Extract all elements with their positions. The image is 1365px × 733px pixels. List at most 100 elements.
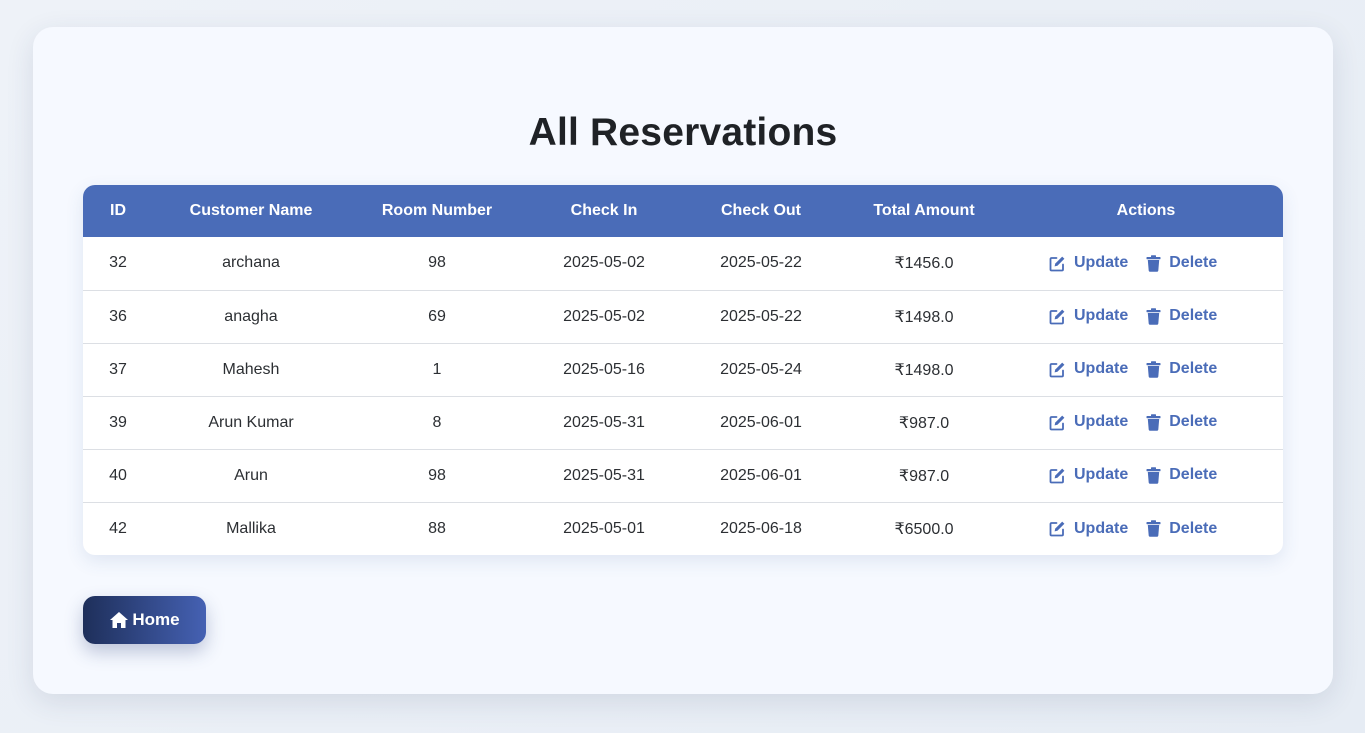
update-button[interactable]: Update xyxy=(1049,307,1128,325)
trash-icon xyxy=(1146,308,1161,325)
cell-check-out: 2025-06-18 xyxy=(720,519,802,537)
cell-total-amount: ₹987.0 xyxy=(898,467,950,485)
table-row: 39 Arun Kumar 8 2025-05-31 2025-06-01 ₹987.0 U… xyxy=(83,396,1283,449)
cell-room-number: 8 xyxy=(432,413,442,431)
cell-check-in: 2025-05-02 xyxy=(563,307,645,325)
delete-label: Delete xyxy=(1169,413,1218,431)
column-header-customer-name: Customer Name xyxy=(189,202,313,219)
cell-id: 37 xyxy=(109,360,127,378)
trash-icon xyxy=(1146,414,1161,431)
cell-room-number: 98 xyxy=(428,254,446,272)
cell-check-out: 2025-05-22 xyxy=(720,307,802,325)
update-label: Update xyxy=(1074,307,1129,325)
delete-label: Delete xyxy=(1169,307,1218,325)
cell-id: 40 xyxy=(109,466,127,484)
delete-label: Delete xyxy=(1169,360,1218,378)
delete-button[interactable]: Delete xyxy=(1146,360,1217,378)
cell-check-out: 2025-06-01 xyxy=(720,466,802,484)
edit-icon xyxy=(1049,414,1066,431)
delete-label: Delete xyxy=(1169,254,1218,272)
cell-id: 36 xyxy=(109,307,127,325)
reservations-table-container: ID Customer Name Room Number Check In Ch… xyxy=(83,185,1283,555)
cell-customer-name: Mahesh xyxy=(222,360,280,378)
column-header-check-in: Check In xyxy=(570,202,638,219)
table-header: ID Customer Name Room Number Check In Ch… xyxy=(83,185,1283,237)
cell-room-number: 98 xyxy=(428,466,446,484)
cell-check-out: 2025-06-01 xyxy=(720,413,802,431)
edit-icon xyxy=(1049,308,1066,325)
cell-check-out: 2025-05-24 xyxy=(720,360,802,378)
table-row: 36 anagha 69 2025-05-02 2025-05-22 ₹1498.0 Upd… xyxy=(83,290,1283,343)
cell-total-amount: ₹987.0 xyxy=(898,414,950,432)
update-button[interactable]: Update xyxy=(1049,254,1128,272)
cell-actions: Update Delete xyxy=(1009,290,1283,343)
cell-actions: Update Delete xyxy=(1009,396,1283,449)
cell-check-in: 2025-05-31 xyxy=(563,466,645,484)
table-row: 32 archana 98 2025-05-02 2025-05-22 ₹1456.0 Up… xyxy=(83,237,1283,290)
page-title: All Reservations xyxy=(528,111,838,154)
home-button-label: Home xyxy=(132,610,180,629)
trash-icon xyxy=(1146,520,1161,537)
table-row: 42 Mallika 88 2025-05-01 2025-06-18 ₹6500.0 Up… xyxy=(83,502,1283,555)
update-button[interactable]: Update xyxy=(1049,520,1128,538)
cell-total-amount: ₹6500.0 xyxy=(894,520,954,538)
cell-check-out: 2025-05-22 xyxy=(720,254,802,272)
trash-icon xyxy=(1146,254,1161,272)
cell-id: 39 xyxy=(109,413,127,431)
cell-check-in: 2025-05-31 xyxy=(563,413,645,431)
column-header-actions: Actions xyxy=(1116,202,1176,219)
cell-customer-name: archana xyxy=(222,254,280,272)
delete-button[interactable]: Delete xyxy=(1146,413,1217,431)
edit-icon xyxy=(1049,520,1066,537)
cell-actions: Update Delete xyxy=(1009,237,1283,290)
delete-button[interactable]: Delete xyxy=(1146,307,1217,325)
cell-actions: Update Delete xyxy=(1009,449,1283,502)
cell-room-number: 69 xyxy=(428,307,446,325)
cell-actions: Update Delete xyxy=(1009,502,1283,555)
update-label: Update xyxy=(1074,254,1129,272)
delete-label: Delete xyxy=(1169,466,1218,484)
table-row: 40 Arun 98 2025-05-31 2025-06-01 ₹987.0 Update… xyxy=(83,449,1283,502)
delete-button[interactable]: Delete xyxy=(1146,466,1217,484)
edit-icon xyxy=(1049,467,1066,484)
delete-button[interactable]: Delete xyxy=(1146,254,1217,272)
table-header-row: ID Customer Name Room Number Check In Ch… xyxy=(83,185,1283,237)
update-button[interactable]: Update xyxy=(1049,466,1128,484)
delete-button[interactable]: Delete xyxy=(1146,520,1217,538)
reservations-card: All Reservations ID Customer Name Room N… xyxy=(33,27,1333,694)
cell-room-number: 88 xyxy=(428,519,446,537)
column-header-room-number: Room Number xyxy=(381,202,493,219)
trash-icon xyxy=(1146,467,1161,484)
cell-customer-name: anagha xyxy=(224,307,278,325)
cell-total-amount: ₹1498.0 xyxy=(894,308,954,326)
update-label: Update xyxy=(1074,360,1129,378)
reservations-table: ID Customer Name Room Number Check In Ch… xyxy=(83,185,1283,555)
home-button[interactable]: Home xyxy=(83,596,206,644)
update-button[interactable]: Update xyxy=(1049,413,1128,431)
update-label: Update xyxy=(1074,413,1129,431)
column-header-id: ID xyxy=(110,202,126,219)
cell-total-amount: ₹1456.0 xyxy=(894,255,954,273)
update-button[interactable]: Update xyxy=(1049,360,1128,378)
cell-room-number: 1 xyxy=(432,360,442,378)
table-row: 37 Mahesh 1 2025-05-16 2025-05-24 ₹1498.0 Upda… xyxy=(83,343,1283,396)
cell-actions: Update Delete xyxy=(1009,343,1283,396)
update-label: Update xyxy=(1074,519,1129,537)
cell-total-amount: ₹1498.0 xyxy=(894,361,954,379)
trash-icon xyxy=(1146,361,1161,378)
table-body: 32 archana 98 2025-05-02 2025-05-22 ₹1456.0 Up… xyxy=(83,237,1283,555)
column-header-total-amount: Total Amount xyxy=(873,202,975,219)
cell-check-in: 2025-05-02 xyxy=(563,254,645,272)
edit-icon xyxy=(1049,361,1066,378)
cell-check-in: 2025-05-01 xyxy=(563,519,645,537)
column-header-check-out: Check Out xyxy=(720,202,801,219)
edit-icon xyxy=(1049,255,1066,272)
update-label: Update xyxy=(1074,466,1129,484)
home-icon xyxy=(109,611,129,629)
cell-customer-name: Arun Kumar xyxy=(208,413,294,431)
cell-customer-name: Arun xyxy=(234,466,268,484)
cell-customer-name: Mallika xyxy=(226,519,276,537)
cell-id: 42 xyxy=(109,519,127,537)
delete-label: Delete xyxy=(1169,519,1218,537)
cell-check-in: 2025-05-16 xyxy=(563,360,645,378)
